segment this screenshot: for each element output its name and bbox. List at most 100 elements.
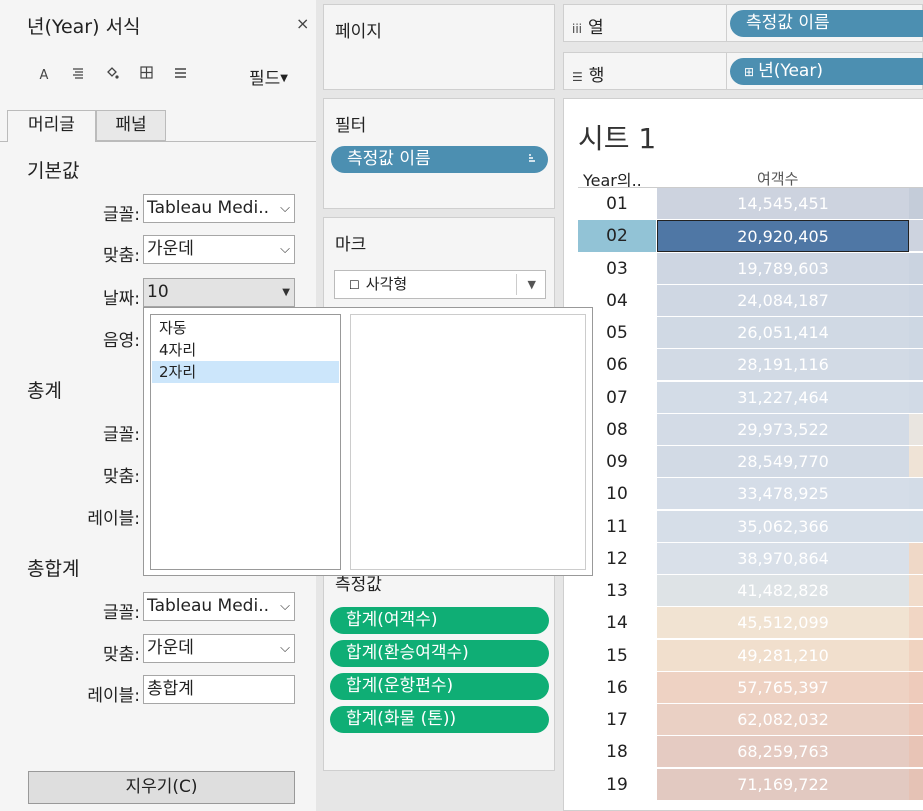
measure-pill-flights[interactable]: 합계(운항편수) <box>330 673 549 700</box>
next-measure-cell[interactable] <box>909 478 923 511</box>
section-title-grand-total: 총합계 <box>27 558 80 580</box>
default-font-dropdown[interactable]: Tableau Medi.. ⌵ <box>143 194 295 223</box>
passengers-cell[interactable]: 62,082,032 <box>657 704 909 736</box>
next-measure-cell[interactable] <box>909 542 923 575</box>
table-row[interactable]: 03 19,789,603 <box>578 252 923 285</box>
date-option-2digit[interactable]: 2자리 <box>152 361 339 383</box>
passengers-cell[interactable]: 29,973,522 <box>657 413 909 446</box>
passengers-cell[interactable]: 68,259,763 <box>657 736 909 769</box>
font-icon[interactable]: A <box>34 66 54 86</box>
table-row[interactable]: 02 20,920,405 <box>578 220 923 253</box>
clear-button[interactable]: 지우기(C) <box>28 771 295 804</box>
alignment-icon[interactable] <box>68 66 88 86</box>
column-header-passengers[interactable]: 여객수 <box>757 168 798 189</box>
table-row[interactable]: 19 71,169,722 <box>578 768 923 801</box>
next-measure-cell[interactable] <box>909 220 923 253</box>
columns-pill-measure-names[interactable]: 측정값 이름 <box>730 10 923 37</box>
borders-icon[interactable] <box>136 66 156 86</box>
passengers-cell[interactable]: 41,482,828 <box>657 575 909 607</box>
table-row[interactable]: 13 41,482,828 <box>578 575 923 607</box>
next-measure-cell[interactable] <box>909 252 923 285</box>
next-measure-cell[interactable] <box>909 381 923 414</box>
table-row[interactable]: 08 29,973,522 <box>578 413 923 446</box>
passengers-cell[interactable]: 45,512,099 <box>657 607 909 640</box>
passengers-cell[interactable]: 35,062,366 <box>657 510 909 543</box>
filter-pill-measure-names[interactable]: 측정값 이름 <box>331 146 548 173</box>
default-align-dropdown[interactable]: 가운데 ⌵ <box>143 235 295 264</box>
table-row[interactable]: 15 49,281,210 <box>578 639 923 672</box>
table-row[interactable]: 05 26,051,414 <box>578 317 923 349</box>
grand-total-align-dropdown[interactable]: 가운데 ⌵ <box>143 634 295 663</box>
next-measure-cell[interactable] <box>909 671 923 704</box>
next-measure-cell[interactable] <box>909 768 923 801</box>
year-cell[interactable]: 18 <box>578 736 656 768</box>
passengers-cell[interactable]: 26,051,414 <box>657 317 909 349</box>
mark-type-dropdown[interactable]: ☐ 사각형 ▼ <box>334 270 546 299</box>
passengers-cell[interactable]: 24,084,187 <box>657 284 909 317</box>
passengers-cell[interactable]: 28,549,770 <box>657 446 909 478</box>
passengers-cell[interactable]: 57,765,397 <box>657 671 909 704</box>
field-menu-button[interactable]: 필드▼ <box>249 64 288 89</box>
next-measure-cell[interactable] <box>909 349 923 382</box>
tab-header[interactable]: 머리글 <box>7 110 96 142</box>
table-row[interactable]: 17 62,082,032 <box>578 704 923 736</box>
passengers-cell[interactable]: 14,545,451 <box>657 188 909 220</box>
format-panel-title: 년(Year) 서식 <box>27 16 141 38</box>
measure-pill-cargo[interactable]: 합계(화물 (톤)) <box>330 706 549 733</box>
date-option-auto[interactable]: 자동 <box>152 317 339 339</box>
year-cell[interactable]: 02 <box>578 220 656 253</box>
table-row[interactable]: 16 57,765,397 <box>578 671 923 704</box>
year-cell[interactable]: 19 <box>578 769 656 801</box>
default-font-value: Tableau Medi.. <box>147 198 270 218</box>
grand-total-font-dropdown[interactable]: Tableau Medi.. ⌵ <box>143 592 295 621</box>
next-measure-cell[interactable] <box>909 317 923 349</box>
grand-total-label-input[interactable]: 총합계 <box>143 675 295 704</box>
next-measure-cell[interactable] <box>909 413 923 446</box>
table-row[interactable]: 07 31,227,464 <box>578 381 923 414</box>
table-row[interactable]: 11 35,062,366 <box>578 510 923 543</box>
passengers-cell[interactable]: 33,478,925 <box>657 478 909 511</box>
next-measure-cell[interactable] <box>909 510 923 543</box>
measure-pill-transfer[interactable]: 합계(환승여객수) <box>330 640 549 667</box>
table-row[interactable]: 01 14,545,451 <box>578 188 923 220</box>
passengers-cell[interactable]: 31,227,464 <box>657 381 909 414</box>
year-cell[interactable]: 15 <box>578 640 656 672</box>
passengers-cell[interactable]: 28,191,116 <box>657 349 909 382</box>
year-cell[interactable]: 16 <box>578 672 656 704</box>
next-measure-cell[interactable] <box>909 446 923 478</box>
next-measure-cell[interactable] <box>909 284 923 317</box>
table-row[interactable]: 09 28,549,770 <box>578 446 923 478</box>
next-measure-cell[interactable] <box>909 188 923 220</box>
tab-panel[interactable]: 패널 <box>96 110 166 141</box>
close-icon[interactable]: × <box>296 14 309 33</box>
table-row[interactable]: 14 45,512,099 <box>578 607 923 640</box>
passengers-cell[interactable]: 49,281,210 <box>657 639 909 672</box>
pages-card-title: 페이지 <box>335 22 382 42</box>
passengers-cell[interactable]: 20,920,405 <box>657 220 909 253</box>
rows-pill-year[interactable]: ⊞ 년(Year) <box>730 58 923 85</box>
next-measure-cell[interactable] <box>909 736 923 769</box>
year-cell[interactable]: 01 <box>578 188 656 220</box>
year-cell[interactable]: 03 <box>578 253 656 285</box>
table-row[interactable]: 06 28,191,116 <box>578 349 923 382</box>
passengers-cell[interactable]: 19,789,603 <box>657 252 909 285</box>
year-cell[interactable]: 17 <box>578 704 656 736</box>
measure-pill-passengers[interactable]: 합계(여객수) <box>330 607 549 634</box>
next-measure-cell[interactable] <box>909 575 923 607</box>
next-measure-cell[interactable] <box>909 704 923 736</box>
pages-card: 페이지 <box>323 4 555 90</box>
passengers-cell[interactable]: 71,169,722 <box>657 768 909 801</box>
table-row[interactable]: 18 68,259,763 <box>578 736 923 769</box>
date-option-4digit[interactable]: 4자리 <box>152 339 339 361</box>
year-cell[interactable]: 14 <box>578 607 656 639</box>
default-date-dropdown[interactable]: 10 ▼ <box>143 278 295 307</box>
table-row[interactable]: 04 24,084,187 <box>578 284 923 317</box>
year-cell[interactable]: 13 <box>578 575 656 607</box>
lines-icon[interactable] <box>170 66 190 86</box>
next-measure-cell[interactable] <box>909 607 923 640</box>
passengers-cell[interactable]: 38,970,864 <box>657 542 909 575</box>
table-row[interactable]: 12 38,970,864 <box>578 542 923 575</box>
next-measure-cell[interactable] <box>909 639 923 672</box>
table-row[interactable]: 10 33,478,925 <box>578 478 923 511</box>
shading-icon[interactable] <box>102 66 122 86</box>
